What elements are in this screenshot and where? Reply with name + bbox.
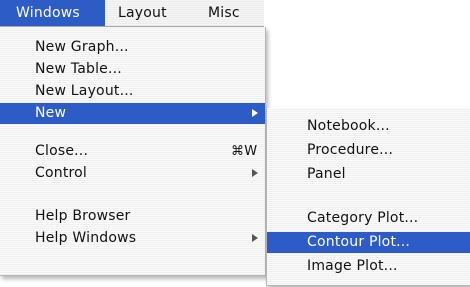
menu-item-new-graph[interactable]: New Graph... bbox=[0, 37, 265, 58]
menu-item-label: Contour Plot... bbox=[307, 234, 411, 250]
menu-layout[interactable]: Layout bbox=[118, 0, 198, 26]
menu-item-label: Image Plot... bbox=[307, 258, 398, 274]
menu-item-label: Help Browser bbox=[35, 208, 131, 224]
menu-item-label: New Layout... bbox=[35, 83, 134, 99]
menu-bar: Windows Layout Misc bbox=[0, 0, 264, 27]
menu-item-label: Procedure... bbox=[307, 142, 394, 158]
menu-item-new[interactable]: New bbox=[0, 103, 265, 124]
submenu-item-notebook[interactable]: Notebook... bbox=[267, 116, 470, 137]
menu-item-label: New Graph... bbox=[35, 39, 129, 55]
menu-windows-label: Windows bbox=[16, 5, 80, 21]
menu-item-help-browser[interactable]: Help Browser bbox=[0, 206, 265, 227]
submenu-arrow-icon bbox=[252, 234, 258, 242]
menu-item-label: Control bbox=[35, 165, 88, 181]
shortcut-label: ⌘W bbox=[231, 144, 258, 159]
menu-item-label: Help Windows bbox=[35, 230, 137, 246]
submenu-item-procedure[interactable]: Procedure... bbox=[267, 140, 470, 161]
submenu-item-category-plot[interactable]: Category Plot... bbox=[267, 208, 470, 229]
menu-item-new-layout[interactable]: New Layout... bbox=[0, 81, 265, 102]
menu-windows[interactable]: Windows bbox=[0, 0, 105, 26]
new-submenu: Notebook... Procedure... Panel Category … bbox=[266, 108, 470, 286]
menu-item-label: Close... bbox=[35, 143, 89, 159]
submenu-arrow-icon bbox=[252, 109, 258, 117]
menu-item-label: Category Plot... bbox=[307, 210, 419, 226]
menu-item-control[interactable]: Control bbox=[0, 163, 265, 184]
menu-item-new-table[interactable]: New Table... bbox=[0, 59, 265, 80]
submenu-item-image-plot[interactable]: Image Plot... bbox=[267, 256, 470, 277]
submenu-item-panel[interactable]: Panel bbox=[267, 164, 470, 185]
menu-item-label: New bbox=[35, 105, 67, 121]
menu-misc[interactable]: Misc bbox=[208, 0, 258, 26]
menu-item-label: Panel bbox=[307, 166, 346, 182]
windows-menu: New Graph... New Table... New Layout... … bbox=[0, 27, 266, 276]
menu-item-label: New Table... bbox=[35, 61, 122, 77]
menu-item-label: Notebook... bbox=[307, 118, 390, 134]
submenu-item-contour-plot[interactable]: Contour Plot... bbox=[267, 232, 470, 253]
submenu-arrow-icon bbox=[252, 169, 258, 177]
menu-misc-label: Misc bbox=[208, 5, 240, 21]
menu-item-help-windows[interactable]: Help Windows bbox=[0, 228, 265, 249]
menu-layout-label: Layout bbox=[118, 5, 167, 21]
menu-item-close[interactable]: Close... ⌘W bbox=[0, 141, 265, 162]
